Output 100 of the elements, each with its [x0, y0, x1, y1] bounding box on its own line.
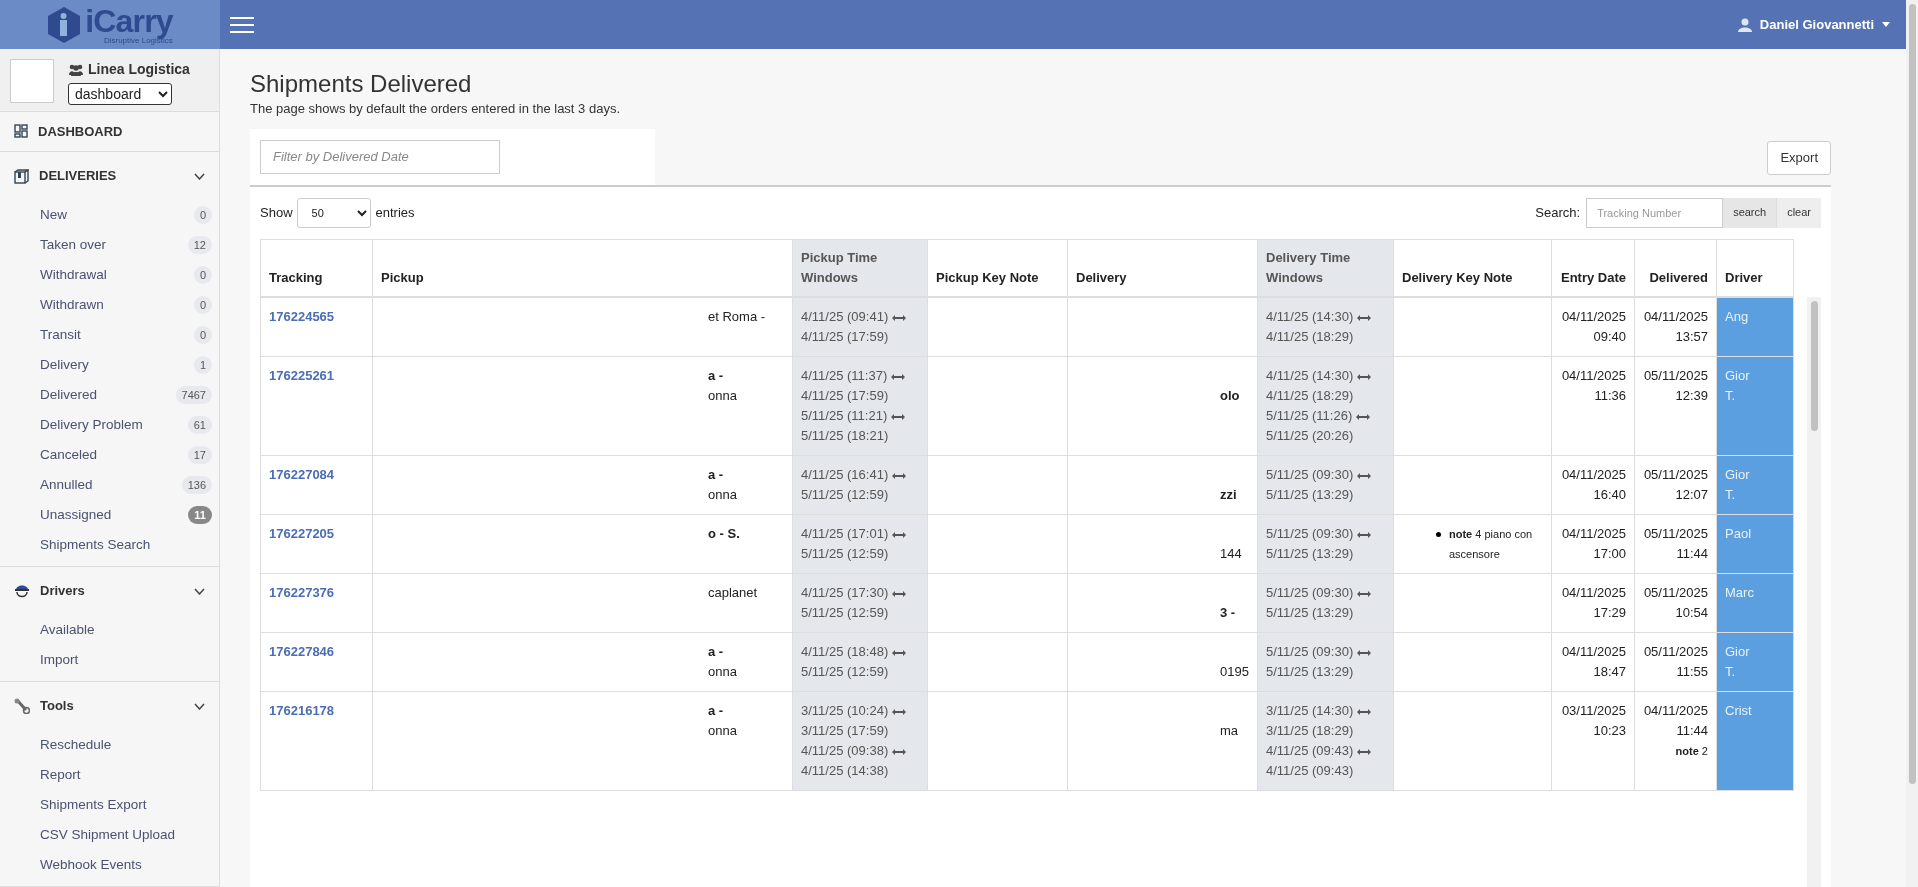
- tracking-link[interactable]: 176225261: [269, 368, 335, 383]
- sidebar-item[interactable]: Report: [0, 760, 219, 790]
- time-window-end: 4/11/25 (09:43): [1266, 762, 1355, 780]
- sidebar-item[interactable]: Shipments Search: [0, 530, 219, 560]
- tracking-link[interactable]: 176224565: [269, 309, 335, 324]
- time-window-start: 5/11/25 (09:30): [1266, 585, 1354, 600]
- clear-button[interactable]: clear: [1776, 197, 1821, 228]
- caret-icon: [1882, 22, 1890, 27]
- pickup-address-fragment: a -: [708, 702, 725, 720]
- sidebar-item[interactable]: Annulled 136: [0, 470, 219, 500]
- view-select[interactable]: dashboard: [68, 83, 172, 105]
- count-badge: 7467: [175, 386, 212, 404]
- user-menu[interactable]: Daniel Giovannetti: [1737, 14, 1890, 35]
- count-badge: 136: [181, 476, 212, 494]
- sidebar-item[interactable]: Available: [0, 615, 219, 645]
- tracking-link[interactable]: 176227084: [269, 467, 335, 482]
- column-header[interactable]: Pickup Key Note: [927, 239, 1068, 297]
- show-label: Show: [260, 203, 293, 222]
- scrollbar-thumb[interactable]: [1810, 300, 1818, 431]
- sidebar-item[interactable]: Reschedule: [0, 730, 219, 760]
- search-field[interactable]: Tracking Number: [1586, 197, 1724, 228]
- double-arrow-icon: [1357, 708, 1372, 715]
- tracking-link[interactable]: 176227846: [269, 644, 335, 659]
- chevron-icon: [194, 172, 205, 180]
- time-window-end: 4/11/25 (18:29): [1266, 387, 1355, 405]
- column-header[interactable]: Delivery Time Windows: [1257, 239, 1394, 297]
- double-arrow-icon: [892, 472, 907, 479]
- sidebar-item[interactable]: Withdrawn 0: [0, 290, 219, 320]
- column-header[interactable]: Pickup Time Windows: [792, 239, 928, 297]
- driver-name-fragment: Gior: [1725, 643, 1751, 661]
- sidebar-item[interactable]: Withdrawal 0: [0, 260, 219, 290]
- double-arrow-icon: [1356, 413, 1371, 420]
- sidebar-item[interactable]: Delivered 7467: [0, 380, 219, 410]
- entry-date-text: 16:40: [1592, 486, 1626, 504]
- time-window-start: 4/11/25 (09:41): [801, 309, 889, 324]
- driver-name-fragment: Marc: [1725, 584, 1755, 602]
- search-button[interactable]: search: [1723, 197, 1777, 228]
- section-header[interactable]: Tools: [0, 682, 219, 730]
- count-badge: 1: [193, 356, 212, 374]
- delivery-address-fragment: 0195: [1220, 663, 1249, 681]
- column-header[interactable]: Entry Date: [1551, 239, 1635, 297]
- section-header[interactable]: Drivers: [0, 567, 219, 615]
- driver-name-fragment: Crist: [1725, 702, 1753, 720]
- time-window-end: 5/11/25 (12:59): [801, 545, 890, 563]
- tracking-link[interactable]: 176216178: [269, 703, 335, 718]
- time-window-end: 5/11/25 (12:59): [801, 486, 890, 504]
- user-icon: [1737, 17, 1752, 32]
- pickup-address-fragment: onna: [708, 722, 738, 740]
- delivery-address-fragment: zzi: [1220, 486, 1238, 504]
- column-header[interactable]: Delivered: [1634, 239, 1717, 297]
- double-arrow-icon: [892, 748, 907, 755]
- chevron-icon: [194, 587, 205, 595]
- users-icon: [68, 63, 84, 76]
- driver-name-fragment: Ang: [1725, 308, 1750, 326]
- delivered-date-text: 12:07: [1674, 486, 1708, 504]
- column-header[interactable]: Delivery: [1067, 239, 1258, 297]
- column-header[interactable]: Delivery Key Note: [1393, 239, 1552, 297]
- sidebar-item[interactable]: Delivery 1: [0, 350, 219, 380]
- sidebar-item[interactable]: Shipments Export: [0, 790, 219, 820]
- column-header[interactable]: Tracking: [260, 239, 373, 297]
- time-window-end: 4/11/25 (17:59): [801, 328, 890, 346]
- tracking-link[interactable]: 176227205: [269, 526, 335, 541]
- logo-text: iCarry: [85, 4, 173, 37]
- date-filter-field[interactable]: Filter by Delivered Date: [260, 139, 500, 174]
- sidebar-item[interactable]: Import: [0, 645, 219, 675]
- time-window-start: 4/11/25 (16:41): [801, 467, 889, 482]
- tracking-link[interactable]: 176227376: [269, 585, 335, 600]
- table-scrollbar[interactable]: [1807, 296, 1821, 887]
- driver-name-fragment: T.: [1725, 387, 1737, 405]
- page-scrollbar-thumb[interactable]: [1908, 4, 1916, 784]
- section-header[interactable]: DELIVERIES: [0, 152, 219, 200]
- sidebar-item[interactable]: Delivery Problem 61: [0, 410, 219, 440]
- time-window-end: 4/11/25 (17:59): [801, 387, 890, 405]
- time-window-end: 5/11/25 (20:26): [1266, 427, 1355, 445]
- sidebar-item[interactable]: Taken over 12: [0, 230, 219, 260]
- sidebar-item[interactable]: Transit 0: [0, 320, 219, 350]
- double-arrow-icon: [1357, 373, 1372, 380]
- double-arrow-icon: [1357, 748, 1372, 755]
- menu-icon[interactable]: [230, 14, 254, 35]
- column-header[interactable]: Pickup: [372, 239, 793, 297]
- entries-select[interactable]: 50: [296, 197, 371, 228]
- count-badge: 0: [193, 206, 212, 224]
- delivery-key-note: note 4 piano con ascensore: [1449, 527, 1534, 562]
- sidebar-item[interactable]: Unassigned 11: [0, 500, 219, 530]
- page-subtitle: The page shows by default the orders entered in the last 3 days.: [250, 100, 621, 118]
- sidebar-item[interactable]: CSV Shipment Upload: [0, 820, 219, 850]
- wrench-icon: [14, 698, 30, 714]
- double-arrow-icon: [1357, 472, 1372, 479]
- time-window-start: 4/11/25 (17:01): [801, 526, 889, 541]
- entry-date-text: 04/11/2025: [1560, 367, 1626, 385]
- time-window-start: 3/11/25 (14:30): [1266, 703, 1354, 718]
- export-button[interactable]: Export: [1767, 140, 1831, 175]
- driver-name-fragment: Gior: [1725, 466, 1751, 484]
- page-scrollbar[interactable]: [1906, 0, 1918, 887]
- pickup-address-fragment: onna: [708, 663, 738, 681]
- sidebar-item[interactable]: Webhook Events: [0, 850, 219, 880]
- sidebar-item[interactable]: New 0: [0, 200, 219, 230]
- sidebar-item[interactable]: Canceled 17: [0, 440, 219, 470]
- delivered-note: note 2: [1674, 744, 1708, 759]
- dashboard-link[interactable]: DASHBOARD: [0, 111, 219, 152]
